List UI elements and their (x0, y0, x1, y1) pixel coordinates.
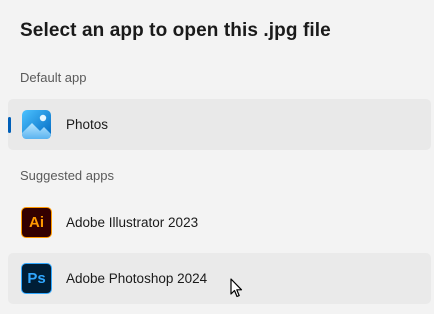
app-row-photoshop[interactable]: Ps Adobe Photoshop 2024 (8, 253, 431, 304)
app-row-photos[interactable]: Photos (8, 99, 431, 150)
dialog-title: Select an app to open this .jpg file (20, 20, 331, 41)
app-name-photoshop: Adobe Photoshop 2024 (66, 271, 208, 286)
app-name-photos: Photos (66, 117, 109, 132)
default-app-label: Default app (20, 70, 87, 85)
app-name-illustrator: Adobe Illustrator 2023 (66, 215, 199, 230)
selection-indicator (8, 117, 11, 133)
suggested-apps-label: Suggested apps (20, 168, 114, 183)
open-with-dialog: Select an app to open this .jpg file Def… (0, 0, 434, 314)
mouse-cursor-icon (230, 278, 243, 298)
photos-icon (21, 109, 52, 140)
adobe-photoshop-icon: Ps (21, 263, 52, 294)
app-row-illustrator[interactable]: Ai Adobe Illustrator 2023 (8, 197, 431, 248)
adobe-illustrator-icon: Ai (21, 207, 52, 238)
